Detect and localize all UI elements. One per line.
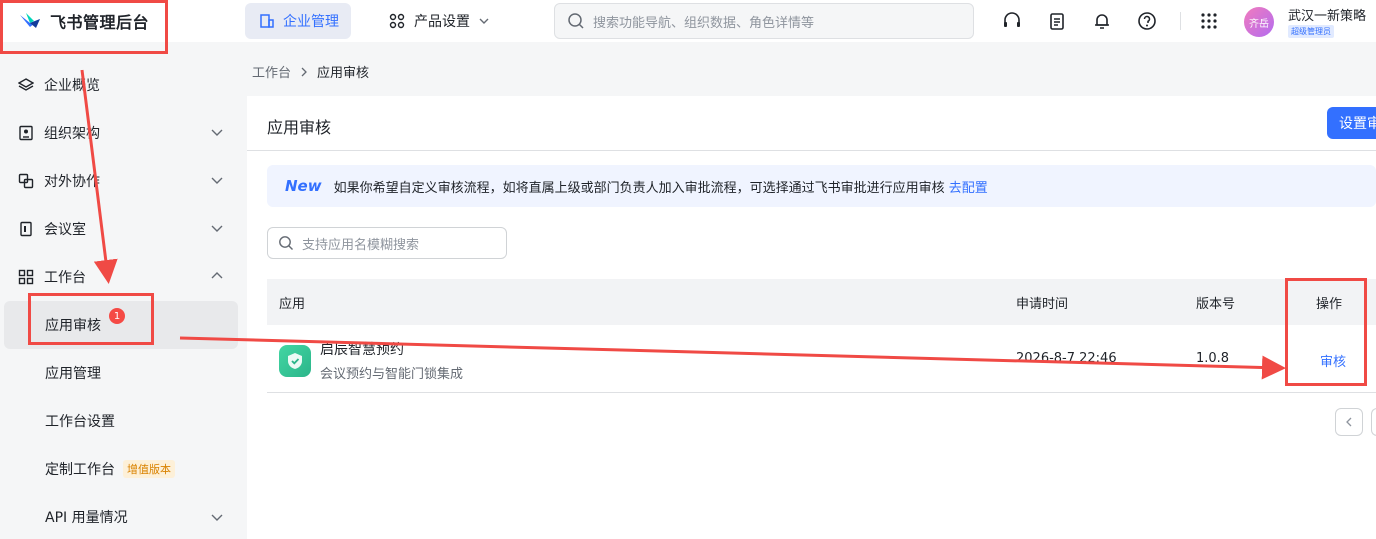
sidebar-sub-app-management[interactable]: 应用管理: [4, 349, 238, 397]
sidebar-sub-label: 定制工作台: [45, 462, 115, 478]
sidebar-item-meeting-room[interactable]: 会议室: [4, 205, 238, 253]
sidebar-sub-workplace-settings[interactable]: 工作台设置: [4, 397, 238, 445]
nav-product-label: 产品设置: [414, 14, 470, 30]
sidebar-sub-label: 应用管理: [45, 366, 101, 382]
sidebar-item-label: 企业概览: [44, 78, 100, 94]
product-icon: [389, 13, 405, 29]
search-icon: [568, 13, 584, 29]
breadcrumb: 工作台 应用审核: [252, 62, 369, 81]
app-search-placeholder: 支持应用名模糊搜索: [302, 237, 420, 253]
column-header-version: 版本号: [1196, 297, 1236, 312]
chevron-down-icon: [479, 18, 489, 24]
annotation-box-action: [1285, 278, 1367, 386]
sidebar-sub-custom-workplace[interactable]: 定制工作台 增值版本: [4, 445, 238, 493]
chevron-down-icon: [211, 129, 223, 136]
sidebar-item-overview[interactable]: 企业概览: [4, 61, 238, 109]
version-number: 1.0.8: [1196, 351, 1230, 366]
breadcrumb-root[interactable]: 工作台: [252, 62, 291, 81]
chevron-down-icon: [211, 177, 223, 184]
headset-icon[interactable]: [1001, 10, 1023, 32]
door-icon: [20, 221, 32, 237]
configure-link[interactable]: 去配置: [949, 181, 988, 196]
link-boxes-icon: [18, 173, 34, 189]
app-description: 会议预约与智能门锁集成: [320, 367, 464, 382]
layers-icon: [18, 78, 34, 91]
pagination-page-button[interactable]: [1371, 408, 1376, 436]
notice-text-wrap: 如果你希望自定义审核流程，如将直属上级或部门负责人加入审批流程，可选择通过飞书审…: [334, 177, 988, 196]
nav-enterprise-management[interactable]: 企业管理: [245, 3, 351, 39]
sidebar-sub-api-usage[interactable]: API 用量情况: [4, 493, 238, 539]
annotation-box-app-review: [28, 293, 154, 345]
sidebar-sub-label: API 用量情况: [45, 510, 128, 526]
app-shield-icon: [279, 345, 311, 377]
building-icon: [260, 14, 274, 28]
new-label: New: [285, 177, 322, 195]
app-name: 启辰智慧预约: [320, 342, 404, 358]
table-row: 启辰智慧预约 会议预约与智能门锁集成 2026-8-7 22:46 1.0.8 …: [267, 325, 1376, 393]
global-search-input[interactable]: 搜索功能导航、组织数据、角色详情等: [554, 3, 974, 39]
top-divider: [1180, 12, 1181, 30]
notice-text: 如果你希望自定义审核流程，如将直属上级或部门负责人加入审批流程，可选择通过飞书审…: [333, 180, 945, 196]
global-search-placeholder: 搜索功能导航、组织数据、角色详情等: [593, 15, 815, 31]
request-time: 2026-8-7 22:46: [1016, 351, 1117, 366]
sidebar: 企业概览 组织架构 对外协作 会议室 工作台 应用审核 1 应用管理 工作台设置…: [0, 42, 246, 539]
sidebar-item-label: 工作台: [44, 270, 86, 286]
divider: [247, 150, 1376, 151]
nav-enterprise-label: 企业管理: [283, 14, 339, 30]
chevron-left-icon: [1346, 417, 1352, 427]
admin-badge: 超级管理员: [1288, 25, 1334, 38]
app-grid-icon[interactable]: [1198, 10, 1220, 32]
pagination-prev-button[interactable]: [1335, 408, 1363, 436]
settings-button[interactable]: 设置审: [1327, 107, 1376, 139]
contact-card-icon: [19, 125, 33, 141]
nav-product-settings[interactable]: 产品设置: [388, 3, 490, 39]
help-icon[interactable]: [1136, 10, 1158, 32]
main-panel: 应用审核 设置审 New 如果你希望自定义审核流程，如将直属上级或部门负责人加入…: [247, 96, 1376, 539]
sidebar-item-label: 对外协作: [44, 174, 100, 190]
breadcrumb-current: 应用审核: [317, 66, 370, 81]
sidebar-item-external[interactable]: 对外协作: [4, 157, 238, 205]
chevron-right-icon: [301, 67, 307, 76]
annotation-box-logo: [0, 0, 168, 54]
chevron-down-icon: [211, 514, 223, 521]
chevron-down-icon: [211, 225, 223, 232]
chevron-up-icon: [211, 272, 223, 279]
avatar[interactable]: 齐岳: [1244, 7, 1274, 37]
sidebar-item-label: 会议室: [44, 222, 86, 238]
premium-tag: 增值版本: [123, 460, 175, 478]
sidebar-item-org[interactable]: 组织架构: [4, 109, 238, 157]
top-bar: 飞书管理后台 企业管理 产品设置 搜索功能导航、组织数据、角色详情等 齐岳 武汉…: [0, 0, 1376, 42]
notice-banner: New 如果你希望自定义审核流程，如将直属上级或部门负责人加入审批流程，可选择通…: [267, 165, 1376, 207]
clipboard-icon[interactable]: [1046, 10, 1068, 32]
bell-icon[interactable]: [1091, 10, 1113, 32]
grid-icon: [18, 269, 34, 285]
column-header-time: 申请时间: [1016, 297, 1069, 312]
search-icon: [279, 236, 293, 250]
column-header-app: 应用: [279, 297, 306, 312]
page-title: 应用审核: [267, 118, 332, 137]
sidebar-item-label: 组织架构: [44, 126, 100, 142]
table-header: 应用 申请时间 版本号 操作: [267, 279, 1376, 325]
org-name[interactable]: 武汉一新策略: [1288, 5, 1366, 24]
app-search-input[interactable]: 支持应用名模糊搜索: [267, 227, 507, 259]
sidebar-sub-label: 工作台设置: [45, 414, 115, 430]
